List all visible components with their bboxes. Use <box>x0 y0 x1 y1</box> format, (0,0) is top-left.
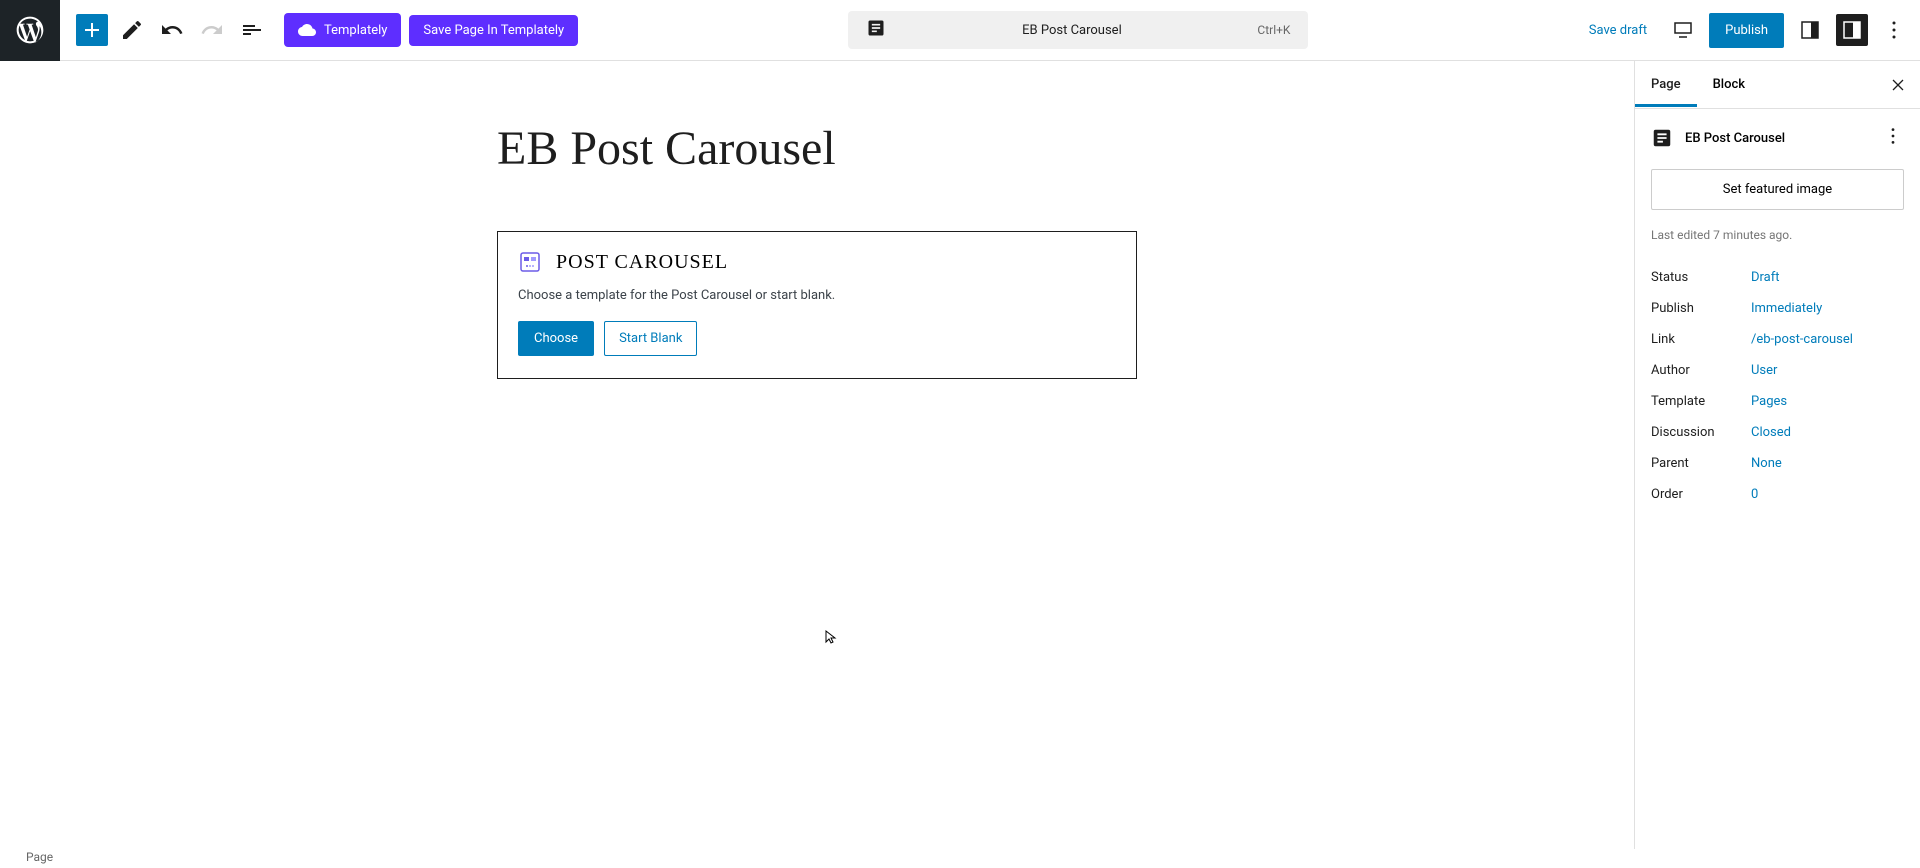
prop-label: Parent <box>1651 456 1751 471</box>
prop-label: Discussion <box>1651 425 1751 440</box>
prop-value[interactable]: Immediately <box>1751 301 1822 316</box>
toolbar-right: Save draft Publish <box>1579 13 1920 48</box>
list-icon <box>240 18 264 42</box>
redo-icon <box>200 18 224 42</box>
templately-button[interactable]: Templately <box>284 13 401 47</box>
save-draft-button[interactable]: Save draft <box>1579 17 1657 44</box>
plus-icon <box>80 18 104 42</box>
page-icon <box>1651 127 1673 149</box>
prop-template[interactable]: Template Pages <box>1651 386 1904 417</box>
block-header: POST CAROUSEL <box>518 250 1116 274</box>
prop-value[interactable]: Pages <box>1751 394 1787 409</box>
editor-topbar: Templately Save Page In Templately EB Po… <box>0 0 1920 61</box>
options-button[interactable] <box>1878 14 1910 46</box>
prop-label: Link <box>1651 332 1751 347</box>
prop-order[interactable]: Order 0 <box>1651 479 1904 510</box>
prop-value[interactable]: /eb-post-carousel <box>1751 332 1853 347</box>
block-actions: Choose Start Blank <box>518 321 1116 356</box>
prop-author[interactable]: Author User <box>1651 355 1904 386</box>
prop-label: Author <box>1651 363 1751 378</box>
templately-label: Templately <box>324 23 387 38</box>
pencil-icon <box>120 18 144 42</box>
block-description: Choose a template for the Post Carousel … <box>518 288 1116 303</box>
close-icon <box>1888 75 1908 95</box>
panel-icon <box>1798 18 1822 42</box>
prop-value[interactable]: Draft <box>1751 270 1780 285</box>
document-summary: EB Post Carousel <box>1651 125 1904 151</box>
publish-button[interactable]: Publish <box>1709 13 1784 48</box>
keyboard-shortcut: Ctrl+K <box>1257 23 1290 37</box>
cloud-icon <box>298 21 316 39</box>
sidebar-toggle-1[interactable] <box>1794 14 1826 46</box>
doc-actions-button[interactable] <box>1882 125 1904 151</box>
prop-label: Order <box>1651 487 1751 502</box>
undo-icon <box>160 18 184 42</box>
tab-page[interactable]: Page <box>1635 63 1697 107</box>
prop-discussion[interactable]: Discussion Closed <box>1651 417 1904 448</box>
sidebar-doc-title: EB Post Carousel <box>1685 131 1870 146</box>
settings-sidebar: Page Block EB Post Carousel Set featured… <box>1634 61 1920 849</box>
add-block-button[interactable] <box>76 14 108 46</box>
prop-publish[interactable]: Publish Immediately <box>1651 293 1904 324</box>
desktop-icon <box>1671 18 1695 42</box>
prop-label: Publish <box>1651 301 1751 316</box>
block-name: POST CAROUSEL <box>556 251 728 274</box>
toolbar-left: Templately Save Page In Templately <box>60 13 578 47</box>
content-column: EB Post Carousel POST CAROUSEL Choose a … <box>497 121 1137 849</box>
dots-vertical-icon <box>1882 18 1906 42</box>
prop-link[interactable]: Link /eb-post-carousel <box>1651 324 1904 355</box>
prop-label: Template <box>1651 394 1751 409</box>
post-carousel-block-placeholder[interactable]: POST CAROUSEL Choose a template for the … <box>497 231 1137 379</box>
panel-active-icon <box>1840 18 1864 42</box>
preview-button[interactable] <box>1667 14 1699 46</box>
sidebar-tabs: Page Block <box>1635 61 1920 109</box>
redo-button[interactable] <box>196 14 228 46</box>
page-title[interactable]: EB Post Carousel <box>497 121 1137 176</box>
prop-value[interactable]: User <box>1751 363 1777 378</box>
prop-value[interactable]: None <box>1751 456 1782 471</box>
prop-parent[interactable]: Parent None <box>1651 448 1904 479</box>
editor-canvas[interactable]: EB Post Carousel POST CAROUSEL Choose a … <box>0 61 1634 849</box>
prop-status[interactable]: Status Draft <box>1651 262 1904 293</box>
close-panel-button[interactable] <box>1886 73 1910 97</box>
set-featured-image-button[interactable]: Set featured image <box>1651 169 1904 210</box>
start-blank-button[interactable]: Start Blank <box>604 321 697 356</box>
choose-button[interactable]: Choose <box>518 321 594 356</box>
save-templately-button[interactable]: Save Page In Templately <box>409 15 578 46</box>
wordpress-logo-button[interactable] <box>0 0 60 61</box>
settings-panel-toggle[interactable] <box>1836 14 1868 46</box>
last-edited-text: Last edited 7 minutes ago. <box>1651 228 1904 242</box>
carousel-block-icon <box>518 250 542 274</box>
wordpress-icon <box>14 14 46 46</box>
document-title: EB Post Carousel <box>898 23 1245 38</box>
edit-tool-button[interactable] <box>116 14 148 46</box>
undo-button[interactable] <box>156 14 188 46</box>
dots-vertical-icon <box>1882 125 1904 147</box>
breadcrumb-footer: Page <box>0 846 79 868</box>
sidebar-body: EB Post Carousel Set featured image Last… <box>1635 109 1920 526</box>
main-area: EB Post Carousel POST CAROUSEL Choose a … <box>0 61 1920 849</box>
save-templately-label: Save Page In Templately <box>423 23 564 38</box>
prop-value[interactable]: Closed <box>1751 425 1791 440</box>
document-overview-button[interactable] <box>236 14 268 46</box>
tab-block[interactable]: Block <box>1697 63 1761 106</box>
page-icon <box>866 18 886 42</box>
prop-value[interactable]: 0 <box>1751 487 1758 502</box>
breadcrumb[interactable]: Page <box>26 850 53 864</box>
prop-label: Status <box>1651 270 1751 285</box>
document-title-bar[interactable]: EB Post Carousel Ctrl+K <box>848 11 1308 49</box>
